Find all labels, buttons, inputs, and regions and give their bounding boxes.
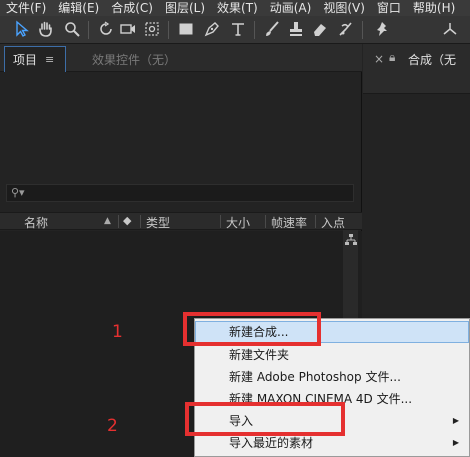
camera-tool-icon[interactable]: [118, 19, 138, 39]
puppet-pin-tool-icon[interactable]: [372, 19, 392, 39]
rectangle-tool-icon[interactable]: [176, 19, 196, 39]
pan-behind-tool-icon[interactable]: [142, 19, 162, 39]
menu-composition[interactable]: 合成(C): [105, 0, 159, 16]
menu-edit[interactable]: 编辑(E): [52, 0, 105, 16]
menu-animation[interactable]: 动画(A): [264, 0, 318, 16]
annotation-step-number: 2: [107, 416, 118, 436]
composition-tab-label: 合成（无: [408, 53, 457, 67]
sort-ascending-icon[interactable]: ▲: [104, 216, 111, 226]
column-inpoint[interactable]: 入点: [321, 214, 345, 231]
column-name[interactable]: 名称: [24, 214, 48, 231]
clone-stamp-tool-icon[interactable]: [286, 19, 306, 39]
annotation-step-number: 1: [112, 322, 123, 342]
toolbar-separator: [88, 21, 89, 39]
column-header-row: 名称 ▲ ◆ 类型 大小 帧速率 入点: [0, 212, 362, 230]
toolbar-separator: [168, 21, 169, 39]
column-separator: [118, 215, 119, 228]
menu-layer[interactable]: 图层(L): [159, 0, 211, 16]
menu-file[interactable]: 文件(F): [0, 0, 52, 16]
column-separator: [220, 215, 221, 228]
menu-item-label: 新建文件夹: [229, 348, 290, 362]
flowchart-icon[interactable]: [344, 233, 358, 247]
brush-tool-icon[interactable]: [262, 19, 282, 39]
rotate-tool-icon[interactable]: [96, 19, 116, 39]
submenu-arrow-icon: ▶: [452, 416, 459, 425]
toolbar-separator: [254, 21, 255, 39]
tab-project-label: 项目: [13, 53, 38, 67]
panel-tab-bar: 项目 ≡ 效果控件（无）: [0, 44, 362, 72]
column-type[interactable]: 类型: [146, 214, 170, 231]
project-search-input[interactable]: ⚲▾: [6, 184, 354, 202]
annotation-highlight-box: [183, 312, 321, 346]
column-separator: [140, 215, 141, 228]
text-tool-icon[interactable]: [228, 19, 248, 39]
menu-view[interactable]: 视图(V): [317, 0, 371, 16]
lock-icon[interactable]: 🔒︎: [389, 50, 395, 65]
composition-tab[interactable]: × 🔒︎ 合成（无: [363, 44, 470, 94]
submenu-arrow-icon: ▶: [452, 438, 459, 447]
roto-brush-tool-icon[interactable]: [336, 19, 356, 39]
annotation-highlight-box: [185, 402, 345, 436]
menu-help[interactable]: 帮助(H): [407, 0, 461, 16]
menu-effect[interactable]: 效果(T): [211, 0, 264, 16]
hand-tool-icon[interactable]: [36, 19, 56, 39]
menu-window[interactable]: 窗口: [371, 0, 407, 16]
zoom-tool-icon[interactable]: [62, 19, 82, 39]
column-framerate[interactable]: 帧速率: [271, 214, 307, 231]
tools-toolbar: [0, 16, 470, 44]
menu-item-new-photoshop-file[interactable]: 新建 Adobe Photoshop 文件...: [195, 366, 469, 388]
tab-project[interactable]: 项目 ≡: [4, 46, 66, 72]
search-icon: ⚲▾: [11, 186, 25, 199]
label-tag-icon[interactable]: ◆: [123, 214, 131, 227]
panel-menu-icon[interactable]: ≡: [45, 53, 54, 66]
toolbar-separator: [362, 21, 363, 39]
pen-tool-icon[interactable]: [202, 19, 222, 39]
close-icon[interactable]: ×: [374, 52, 384, 66]
menu-item-new-folder[interactable]: 新建文件夹: [195, 344, 469, 366]
column-separator: [315, 215, 316, 228]
selection-tool-icon[interactable]: [12, 19, 32, 39]
menu-item-label: 导入最近的素材: [229, 436, 314, 450]
column-separator: [265, 215, 266, 228]
menu-item-label: 新建 Adobe Photoshop 文件...: [229, 370, 401, 384]
eraser-tool-icon[interactable]: [310, 19, 330, 39]
column-size[interactable]: 大小: [226, 214, 250, 231]
axis-icon[interactable]: [440, 19, 460, 39]
menu-bar: 文件(F) 编辑(E) 合成(C) 图层(L) 效果(T) 动画(A) 视图(V…: [0, 0, 470, 16]
tab-effect-controls[interactable]: 效果控件（无）: [92, 51, 176, 68]
